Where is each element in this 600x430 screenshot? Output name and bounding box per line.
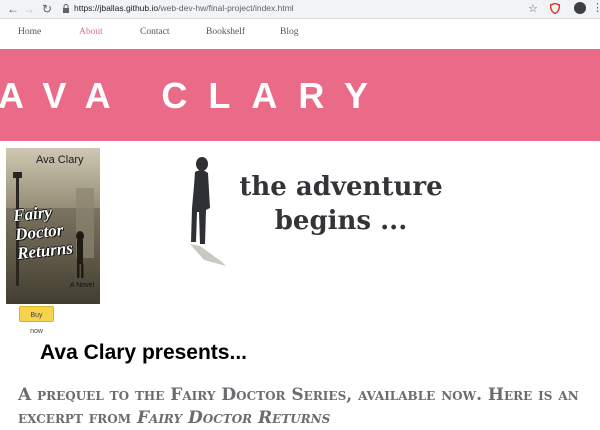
tagline-line: the adventure — [239, 172, 443, 202]
nav-bookshelf[interactable]: Bookshelf — [206, 27, 245, 37]
back-arrow-icon[interactable]: ← — [6, 2, 20, 16]
book-cover-image[interactable]: Ava Clary Fairy Doctor Returns A Novel — [6, 148, 100, 304]
address-bar[interactable]: https://jballas.github.io/web-dev-hw/fin… — [74, 3, 294, 13]
nav-about[interactable]: About — [79, 27, 103, 37]
reload-icon[interactable]: ↻ — [40, 2, 54, 16]
shield-extension-icon[interactable] — [550, 3, 560, 14]
hero-title: AVA CLARY — [0, 75, 389, 116]
star-icon[interactable]: ☆ — [528, 2, 538, 15]
buy-now-button[interactable]: Buy now — [19, 306, 54, 335]
cover-title: Fairy Doctor Returns — [12, 198, 98, 263]
url-path: /web-dev-hw/final-project/index.html — [158, 3, 294, 13]
browser-toolbar: ← → ↻ https://jballas.github.io/web-dev-… — [0, 0, 600, 19]
cover-author: Ava Clary — [36, 154, 84, 166]
forward-arrow-icon[interactable]: → — [22, 2, 36, 16]
profile-avatar[interactable] — [574, 2, 586, 14]
more-menu-icon[interactable]: ⋮ — [592, 1, 600, 15]
site-nav: Home About Contact Bookshelf Blog — [0, 19, 600, 48]
excerpt-intro: A prequel to the Fairy Doctor Series, av… — [18, 384, 598, 430]
nav-contact[interactable]: Contact — [140, 27, 170, 37]
tagline-line: begins ... — [274, 206, 408, 236]
tagline: the adventure begins ... — [236, 170, 446, 238]
nav-blog[interactable]: Blog — [280, 27, 298, 37]
lock-icon — [63, 4, 69, 13]
url-host: https://jballas.github.io — [74, 3, 159, 13]
nav-home[interactable]: Home — [18, 27, 41, 37]
cover-subtitle: A Novel — [70, 282, 95, 289]
hero-banner: AVA CLARY — [0, 49, 600, 141]
presents-heading: Ava Clary presents... — [40, 341, 247, 364]
excerpt-book-title: Fairy Doctor Returns — [136, 408, 331, 428]
walking-figure-illustration — [190, 157, 226, 266]
